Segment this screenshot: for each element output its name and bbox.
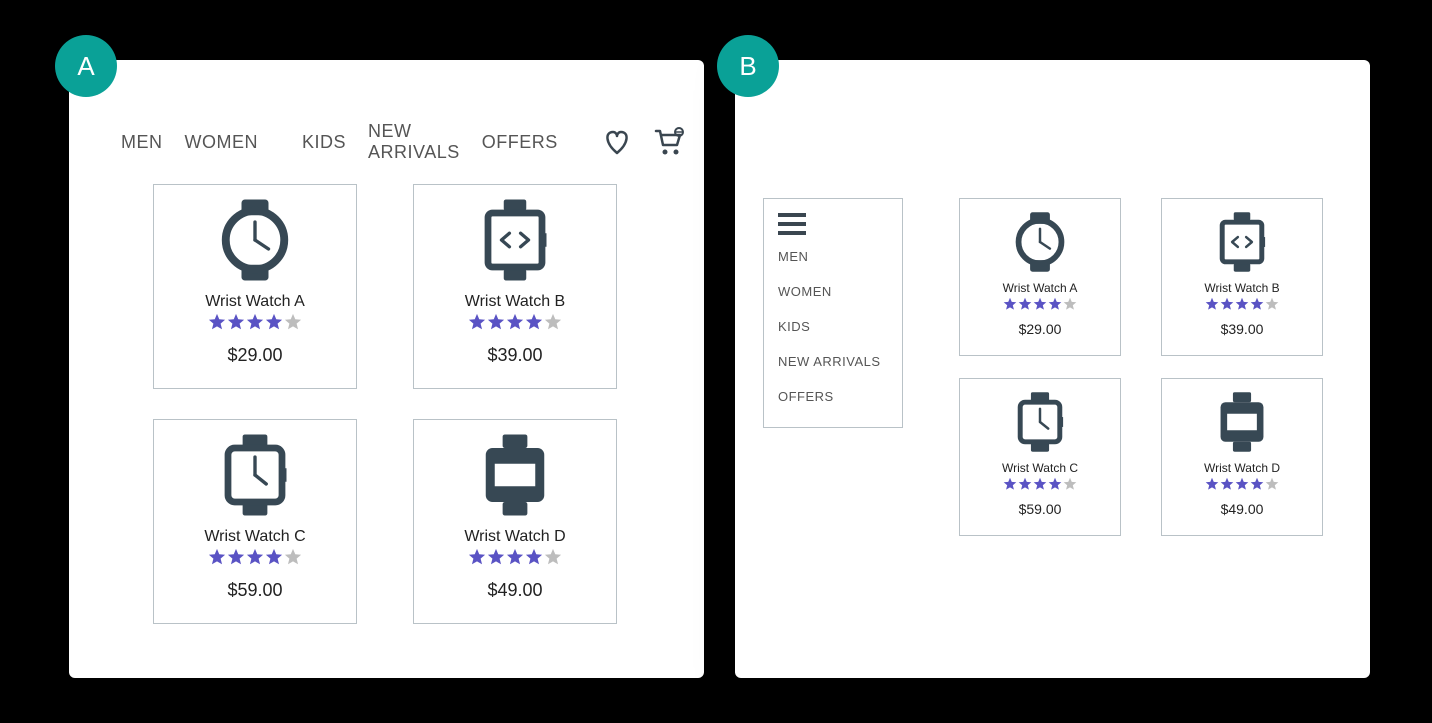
product-name: Wrist Watch C	[1002, 461, 1078, 475]
product-price: $39.00	[487, 345, 542, 366]
cart-button[interactable]	[654, 127, 684, 157]
product-name: Wrist Watch D	[464, 528, 565, 546]
nav-item-new-arrivals[interactable]: NEW ARRIVALS	[368, 121, 460, 163]
product-card[interactable]: Wrist Watch B $39.00	[413, 184, 617, 389]
hamburger-icon[interactable]	[778, 213, 806, 235]
product-price: $29.00	[227, 345, 282, 366]
watch-square-icon	[210, 430, 300, 520]
cart-icon	[654, 127, 684, 157]
product-price: $49.00	[1221, 501, 1264, 517]
product-card[interactable]: Wrist Watch C $59.00	[153, 419, 357, 624]
product-grid-a: Wrist Watch A $29.00 Wrist Watch B $39.0…	[69, 174, 704, 624]
top-nav: MEN WOMEN KIDS NEW ARRIVALS OFFERS	[69, 110, 704, 174]
product-price: $59.00	[227, 580, 282, 601]
product-grid-b: Wrist Watch A $29.00 Wrist Watch B $39.0…	[959, 198, 1323, 536]
sidebar-item-kids[interactable]: KIDS	[778, 319, 888, 334]
panel-layout-a: MEN WOMEN KIDS NEW ARRIVALS OFFERS Wrist…	[69, 60, 704, 678]
product-card[interactable]: Wrist Watch A $29.00	[153, 184, 357, 389]
product-price: $49.00	[487, 580, 542, 601]
watch-solid-icon	[1207, 387, 1277, 457]
watch-digital-icon	[1207, 207, 1277, 277]
rating-stars	[1003, 297, 1077, 311]
product-card[interactable]: Wrist Watch C $59.00	[959, 378, 1121, 536]
watch-round-icon	[210, 195, 300, 285]
rating-stars	[1205, 477, 1279, 491]
rating-stars	[1003, 477, 1077, 491]
product-price: $59.00	[1019, 501, 1062, 517]
panel-badge-b: B	[717, 35, 779, 97]
product-name: Wrist Watch B	[1204, 281, 1279, 295]
heart-icon	[602, 127, 632, 157]
watch-solid-icon	[470, 430, 560, 520]
product-card[interactable]: Wrist Watch D $49.00	[1161, 378, 1323, 536]
product-name: Wrist Watch A	[205, 293, 305, 311]
product-card[interactable]: Wrist Watch B $39.00	[1161, 198, 1323, 356]
rating-stars	[1205, 297, 1279, 311]
rating-stars	[468, 313, 562, 331]
sidebar-item-women[interactable]: WOMEN	[778, 284, 888, 299]
watch-round-icon	[1005, 207, 1075, 277]
nav-item-women[interactable]: WOMEN	[185, 132, 259, 153]
sidebar-item-men[interactable]: MEN	[778, 249, 888, 264]
panel-badge-a: A	[55, 35, 117, 97]
rating-stars	[208, 313, 302, 331]
sidebar-item-new-arrivals[interactable]: NEW ARRIVALS	[778, 354, 888, 369]
sidebar-menu: MEN WOMEN KIDS NEW ARRIVALS OFFERS	[763, 198, 903, 428]
product-name: Wrist Watch B	[465, 293, 565, 311]
nav-item-offers[interactable]: OFFERS	[482, 132, 558, 153]
nav-item-kids[interactable]: KIDS	[302, 132, 346, 153]
rating-stars	[468, 548, 562, 566]
product-price: $39.00	[1221, 321, 1264, 337]
product-card[interactable]: Wrist Watch D $49.00	[413, 419, 617, 624]
nav-item-men[interactable]: MEN	[121, 132, 163, 153]
product-card[interactable]: Wrist Watch A $29.00	[959, 198, 1121, 356]
watch-digital-icon	[470, 195, 560, 285]
product-name: Wrist Watch C	[204, 528, 305, 546]
sidebar-item-offers[interactable]: OFFERS	[778, 389, 888, 404]
watch-square-icon	[1005, 387, 1075, 457]
product-name: Wrist Watch A	[1003, 281, 1078, 295]
panel-layout-b: MEN WOMEN KIDS NEW ARRIVALS OFFERS Wrist…	[735, 60, 1370, 678]
rating-stars	[208, 548, 302, 566]
wishlist-button[interactable]	[602, 127, 632, 157]
product-name: Wrist Watch D	[1204, 461, 1280, 475]
product-price: $29.00	[1019, 321, 1062, 337]
